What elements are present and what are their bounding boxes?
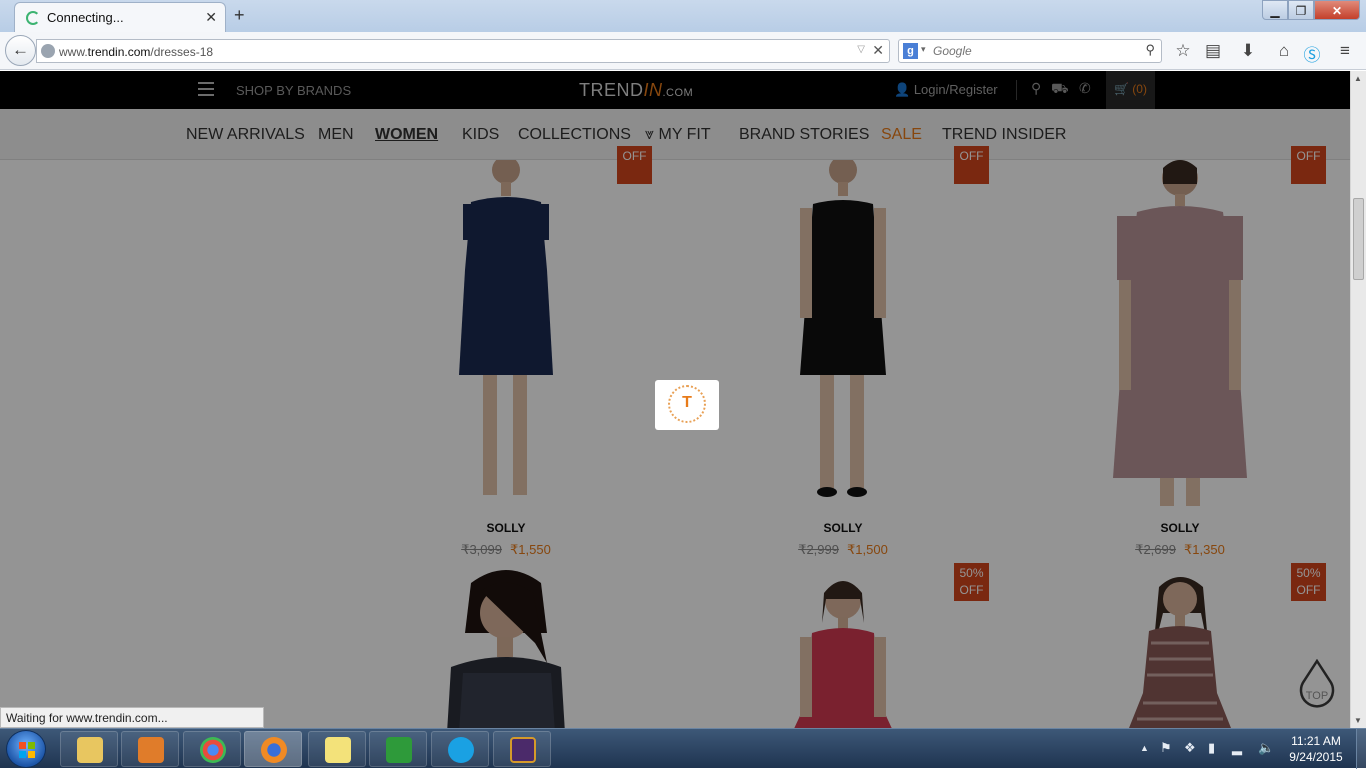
firefox-icon (261, 737, 287, 763)
back-button[interactable]: ← (5, 35, 36, 66)
action-center-flag-icon[interactable]: ⚑ (1160, 740, 1172, 756)
folder-icon (77, 737, 103, 763)
scrollbar-thumb[interactable] (1353, 198, 1364, 280)
taskbar-java-ee-ide[interactable] (493, 731, 551, 767)
clock-date: 9/24/2015 (1289, 750, 1343, 764)
browser-nav-bar: ← www.trendin.com/dresses-18 ▽ ✕ g ▾ ⚲ ☆… (0, 32, 1366, 70)
search-icon[interactable]: ⚲ (1145, 42, 1155, 58)
bookmark-star-icon[interactable]: ☆ (1172, 41, 1194, 61)
start-button[interactable] (6, 730, 46, 768)
back-to-top-button[interactable]: TOP (1296, 659, 1338, 715)
menu-icon[interactable]: ≡ (1334, 41, 1356, 61)
browser-status-bar: Waiting for www.trendin.com... (0, 707, 264, 728)
site-globe-icon (41, 44, 55, 58)
reading-list-icon[interactable]: ▤ (1202, 41, 1224, 61)
network-signal-icon[interactable]: ▂ (1232, 740, 1242, 756)
page-scrollbar[interactable]: ▲ ▼ (1350, 71, 1366, 728)
windows-taskbar: ▲ ⚑ ❖ ▮ ▂ 🔈 11:21 AM 9/24/2015 (0, 728, 1366, 769)
loading-indicator: T (655, 380, 719, 430)
windows-logo-icon (19, 742, 35, 758)
stop-loading-icon[interactable]: ✕ (872, 42, 884, 59)
url-text[interactable]: www.trendin.com/dresses-18 (59, 45, 213, 59)
home-icon[interactable]: ⌂ (1273, 41, 1295, 61)
url-history-dropdown-icon[interactable]: ▽ (857, 44, 865, 55)
window-close-button[interactable]: ✕ (1314, 0, 1360, 20)
taskbar-skype[interactable] (431, 731, 489, 767)
system-tray: ▲ ⚑ ❖ ▮ ▂ 🔈 (1138, 729, 1288, 769)
new-tab-button[interactable]: + (234, 5, 245, 26)
dropbox-icon[interactable]: ❖ (1184, 740, 1196, 756)
window-minimize-button[interactable]: ▁ (1262, 0, 1288, 20)
skype-extension-icon[interactable]: Ⓢ (1301, 41, 1323, 66)
show-hidden-icons-icon[interactable]: ▲ (1140, 743, 1149, 753)
taskbar-firefox[interactable] (244, 731, 302, 767)
google-engine-icon[interactable]: g (903, 43, 918, 59)
sticky-notes-icon (325, 737, 351, 763)
skype-icon (448, 737, 474, 763)
chrome-icon (200, 737, 226, 763)
address-bar[interactable]: www.trendin.com/dresses-18 ▽ ✕ (36, 39, 890, 63)
scroll-down-arrow-icon[interactable]: ▼ (1354, 716, 1362, 725)
taskbar-chrome[interactable] (183, 731, 241, 767)
browser-tab-bar: Connecting... ✕ + ▁ ❐ ✕ (0, 0, 1366, 32)
java-ee-ide-icon (510, 737, 536, 763)
media-player-icon (138, 737, 164, 763)
web-page: SHOP BY BRANDS TRENDIN.COM 👤 Login/Regis… (0, 71, 1350, 728)
engine-dropdown-icon[interactable]: ▾ (921, 44, 926, 55)
browser-tab[interactable]: Connecting... ✕ (14, 2, 226, 32)
close-tab-icon[interactable]: ✕ (205, 9, 217, 26)
show-desktop-button[interactable] (1356, 729, 1366, 769)
battery-icon[interactable]: ▮ (1208, 740, 1215, 756)
downloads-icon[interactable]: ⬇ (1237, 41, 1259, 61)
loading-spinner-icon (26, 11, 40, 25)
top-button-label: TOP (1306, 690, 1328, 702)
scroll-up-arrow-icon[interactable]: ▲ (1354, 74, 1362, 83)
search-input[interactable] (933, 43, 1133, 59)
spreadsheet-icon (386, 737, 412, 763)
taskbar-spreadsheet[interactable] (369, 731, 427, 767)
clock-time: 11:21 AM (1291, 734, 1341, 748)
system-clock[interactable]: 11:21 AM 9/24/2015 (1288, 733, 1344, 765)
loader-logo-letter: T (682, 394, 692, 411)
taskbar-media-player[interactable] (121, 731, 179, 767)
window-maximize-button[interactable]: ❐ (1288, 0, 1314, 20)
taskbar-sticky-notes[interactable] (308, 731, 366, 767)
search-bar[interactable]: g ▾ ⚲ (898, 39, 1162, 63)
volume-icon[interactable]: 🔈 (1258, 740, 1274, 756)
taskbar-file-explorer[interactable] (60, 731, 118, 767)
tab-title: Connecting... (47, 10, 124, 25)
